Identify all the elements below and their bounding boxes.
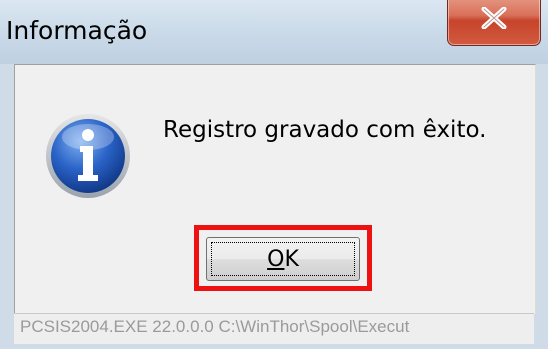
ok-button-label: OK <box>267 247 299 272</box>
status-bar: PCSIS2004.EXE 22.0.0.0 C:\WinThor\Spool\… <box>14 313 534 344</box>
message-text: Registro gravado com êxito. <box>163 117 487 143</box>
title-bar: Informação <box>0 0 548 64</box>
close-icon <box>481 7 507 29</box>
info-dialog: Informação Registro gravado com êxito. O… <box>0 0 548 349</box>
ok-label-rest: K <box>284 246 299 272</box>
ok-button[interactable]: OK <box>206 237 360 281</box>
status-text: PCSIS2004.EXE 22.0.0.0 C:\WinThor\Spool\… <box>20 317 410 336</box>
window-title: Informação <box>6 16 148 45</box>
info-icon <box>46 114 130 198</box>
close-button[interactable] <box>447 0 541 46</box>
dialog-body: Registro gravado com êxito. OK <box>14 64 536 314</box>
ok-mnemonic: O <box>267 246 285 272</box>
